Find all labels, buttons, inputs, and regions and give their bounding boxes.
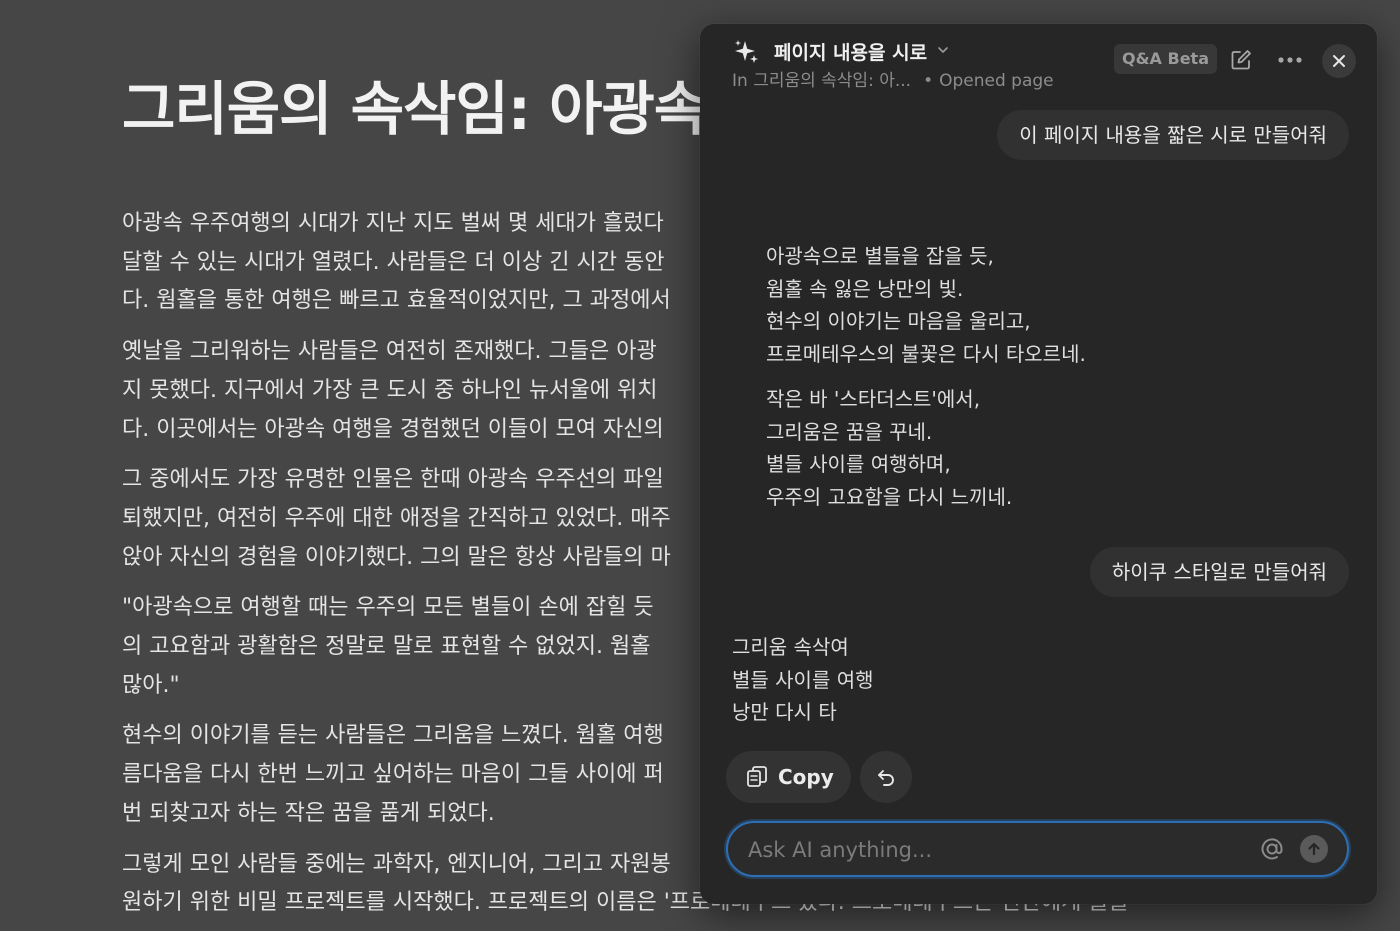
- new-chat-icon: [1231, 50, 1251, 70]
- poem-line: 작은 바 '스타더스트'에서,: [766, 386, 981, 411]
- ai-response-poem: 아광속으로 별들을 잡을 듯, 웜홀 속 잃은 낭만의 빛. 현수의 이야기는 …: [766, 240, 1086, 526]
- undo-button[interactable]: [860, 751, 912, 803]
- user-message: 하이쿠 스타일로 만들어줘: [1089, 547, 1349, 597]
- poem-line: 현수의 이야기는 마음을 울리고,: [766, 309, 1031, 334]
- context-page: In 그리움의 속삭임: 아...: [732, 71, 912, 91]
- user-message: 이 페이지 내용을 짧은 시로 만들어줘: [997, 110, 1349, 160]
- close-icon: [1333, 55, 1345, 67]
- poem-line: 별들 사이를 여행하며,: [766, 452, 951, 477]
- qa-beta-badge[interactable]: Q&A Beta: [1114, 44, 1217, 74]
- send-arrow-icon: [1308, 842, 1320, 856]
- more-icon: [1278, 57, 1302, 63]
- close-button[interactable]: [1322, 44, 1356, 78]
- poem-line: 그리움은 꿈을 꾸네.: [766, 419, 933, 444]
- sparkle-icon: [735, 40, 758, 63]
- new-chat-button[interactable]: [1227, 46, 1255, 74]
- poem-line: 프로메테우스의 불꽃은 다시 타오르네.: [766, 342, 1086, 367]
- context-status: Opened page: [939, 71, 1054, 91]
- chat-title[interactable]: 페이지 내용을 시로: [774, 38, 927, 65]
- copy-label: Copy: [778, 765, 834, 789]
- ask-ai-box: [726, 821, 1349, 877]
- chevron-down-icon[interactable]: [936, 43, 950, 57]
- haiku-line: 낭만 다시 타: [732, 700, 837, 725]
- haiku-line: 별들 사이를 여행: [732, 667, 874, 692]
- chat-context: In 그리움의 속삭임: 아... • Opened page: [732, 66, 1054, 91]
- send-button[interactable]: [1300, 835, 1328, 863]
- ai-chat-panel: 페이지 내용을 시로 In 그리움의 속삭임: 아... • Opened page…: [700, 24, 1377, 904]
- more-options-button[interactable]: [1274, 46, 1306, 74]
- poem-line: 우주의 고요함을 다시 느끼네.: [766, 484, 1013, 509]
- undo-icon: [878, 770, 894, 786]
- poem-stanza: 작은 바 '스타더스트'에서, 그리움은 꿈을 꾸네. 별들 사이를 여행하며,…: [766, 383, 1086, 514]
- copy-button[interactable]: Copy: [726, 751, 851, 803]
- poem-line: 아광속으로 별들을 잡을 듯,: [766, 244, 994, 268]
- context-separator: •: [923, 71, 934, 91]
- page-title[interactable]: 그리움의 속삭임: 아광속: [122, 62, 707, 146]
- at-icon[interactable]: [1258, 835, 1286, 863]
- ai-response-haiku: 그리움 속삭여 별들 사이를 여행 낭만 다시 타: [732, 631, 874, 729]
- poem-line: 웜홀 속 잃은 낭만의 빛.: [766, 276, 964, 301]
- ask-ai-input[interactable]: [746, 823, 1230, 877]
- poem-stanza: 아광속으로 별들을 잡을 듯, 웜홀 속 잃은 낭만의 빛. 현수의 이야기는 …: [766, 240, 1086, 371]
- haiku-line: 그리움 속삭여: [732, 635, 849, 659]
- copy-icon: [747, 766, 767, 787]
